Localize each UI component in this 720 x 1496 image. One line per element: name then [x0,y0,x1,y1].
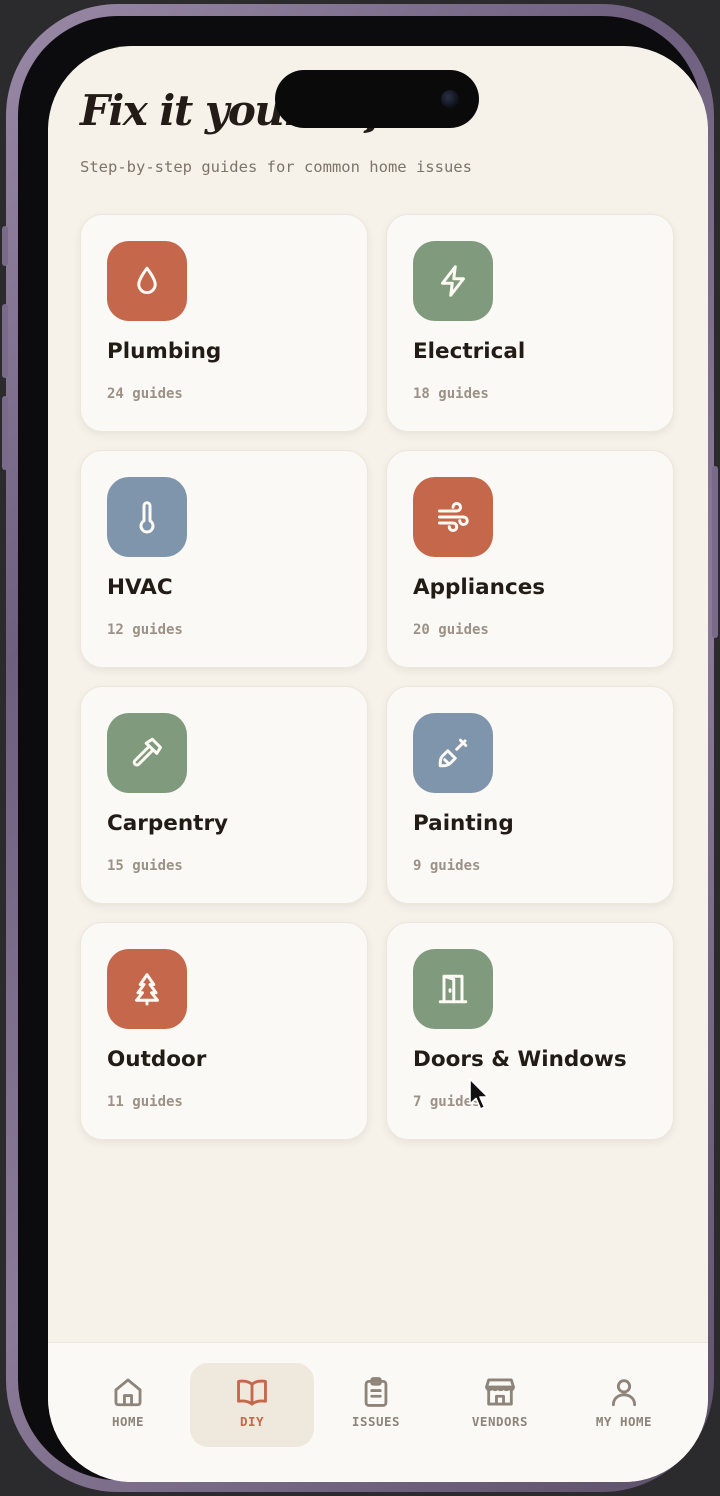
device-frame: Fix it yourself Step-by-step guides for … [2,4,718,1492]
category-guide-count: 7 guides [413,1094,481,1110]
open-book-icon [235,1375,269,1409]
tab-label: ISSUES [351,1414,401,1429]
device-bezel: Fix it yourself Step-by-step guides for … [18,16,708,1482]
category-card-outdoor[interactable]: Outdoor 11 guides [80,922,368,1140]
category-guide-count: 11 guides [107,1094,183,1110]
category-title: Electrical [413,339,526,364]
category-title: Appliances [413,575,546,600]
category-card-appliances[interactable]: Appliances 20 guides [386,450,674,668]
category-guide-count: 9 guides [413,858,481,874]
category-card-hvac[interactable]: HVAC 12 guides [80,450,368,668]
category-guide-count: 20 guides [413,622,489,638]
page-subtitle: Step-by-step guides for common home issu… [80,158,472,176]
category-grid: Plumbing 24 guides Electrical 18 guides [80,214,674,1140]
user-icon [607,1375,641,1409]
door-icon [413,949,493,1029]
category-guide-count: 12 guides [107,622,183,638]
dynamic-island [275,70,479,128]
device-volume-down-button [2,396,8,470]
device-power-button [712,466,718,638]
house-icon [111,1375,145,1409]
water-drop-icon [107,241,187,321]
category-title: Doors & Windows [413,1047,627,1072]
device-volume-up-button [2,304,8,378]
bottom-tab-bar: HOME DIY ISSUES VENDORS MY HOME [48,1342,708,1482]
tab-home[interactable]: HOME [66,1363,190,1447]
category-title: HVAC [107,575,173,600]
category-guide-count: 15 guides [107,858,183,874]
thermometer-icon [107,477,187,557]
lightning-bolt-icon [413,241,493,321]
category-card-doors-windows[interactable]: Doors & Windows 7 guides [386,922,674,1140]
category-card-electrical[interactable]: Electrical 18 guides [386,214,674,432]
clipboard-icon [359,1375,393,1409]
category-title: Plumbing [107,339,222,364]
front-camera-icon [441,90,459,108]
category-guide-count: 18 guides [413,386,489,402]
hammer-icon [107,713,187,793]
tab-label: HOME [111,1414,145,1429]
category-card-painting[interactable]: Painting 9 guides [386,686,674,904]
paintbrush-icon [413,713,493,793]
storefront-icon [483,1375,517,1409]
category-title: Carpentry [107,811,229,836]
category-card-carpentry[interactable]: Carpentry 15 guides [80,686,368,904]
tab-diy[interactable]: DIY [190,1363,314,1447]
app-screen: Fix it yourself Step-by-step guides for … [48,46,708,1482]
tab-vendors[interactable]: VENDORS [438,1363,562,1447]
tab-label: MY HOME [595,1414,653,1429]
tab-label: VENDORS [471,1414,529,1429]
tab-label: DIY [239,1414,265,1429]
tab-issues[interactable]: ISSUES [314,1363,438,1447]
category-card-plumbing[interactable]: Plumbing 24 guides [80,214,368,432]
tab-my-home[interactable]: MY HOME [562,1363,686,1447]
wind-icon [413,477,493,557]
pine-tree-icon [107,949,187,1029]
category-title: Outdoor [107,1047,207,1072]
category-guide-count: 24 guides [107,386,183,402]
device-action-button [2,226,8,266]
category-title: Painting [413,811,514,836]
